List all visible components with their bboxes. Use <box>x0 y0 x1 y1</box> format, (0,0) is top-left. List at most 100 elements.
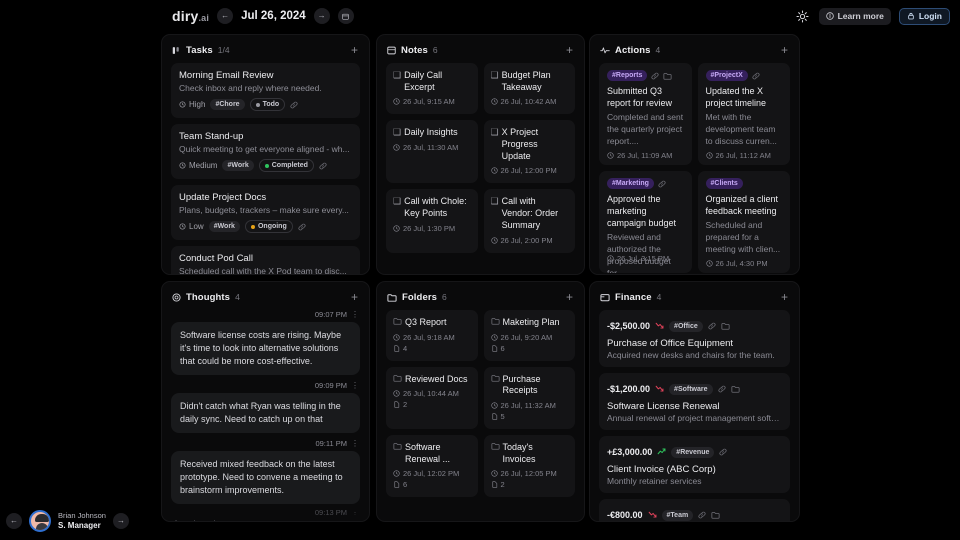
finance-meta: -$2,500.00 #Office <box>607 317 782 335</box>
finance-tag[interactable]: #Office <box>669 320 703 332</box>
current-date[interactable]: Jul 26, 2024 <box>241 10 306 22</box>
folder-icon[interactable] <box>721 322 730 330</box>
calendar-icon[interactable] <box>337 8 354 24</box>
link-icon[interactable] <box>752 72 760 80</box>
link-icon[interactable] <box>651 72 659 80</box>
thought-bubble[interactable]: Software license costs are rising. Maybe… <box>171 322 360 376</box>
task-card[interactable]: Conduct Pod Call Scheduled call with the… <box>171 246 360 274</box>
add-action-button[interactable]: + <box>780 44 789 56</box>
folder-icon[interactable] <box>711 511 720 519</box>
note-card[interactable]: ❑ Call with Chole: Key Points 26 Jul, 1:3… <box>386 189 478 253</box>
link-icon[interactable] <box>658 180 666 188</box>
link-icon[interactable] <box>719 448 727 456</box>
finance-card[interactable]: -€800.00 #Team Team Training Workshop Co… <box>599 499 790 521</box>
prev-day-button[interactable]: ← <box>217 8 234 24</box>
panel-tasks: Tasks 1/4 + Morning Email Review Check i… <box>161 34 370 275</box>
folder-card[interactable]: Purchase Receipts 26 Jul, 11:32 AM 5 <box>483 366 575 430</box>
user-prev-button[interactable]: ← <box>6 513 22 529</box>
learn-more-button[interactable]: Learn more <box>818 7 891 25</box>
note-emoji-icon: ❑ <box>490 127 499 138</box>
folder-time-text: 26 Jul, 9:18 AM <box>403 332 455 342</box>
thought-bubble[interactable]: Didn't catch what Ryan was telling in th… <box>171 393 360 434</box>
add-folder-button[interactable]: + <box>565 291 574 303</box>
action-tag[interactable]: #Marketing <box>607 178 654 189</box>
note-time: 26 Jul, 1:30 PM <box>393 224 471 233</box>
folder-card[interactable]: Software Renewal ... 26 Jul, 12:02 PM 6 <box>386 435 478 498</box>
thought-menu-icon[interactable]: ⋮ <box>351 310 359 319</box>
folder-icon <box>393 374 402 386</box>
add-thought-button[interactable]: + <box>350 291 359 303</box>
task-priority: Medium <box>179 161 217 170</box>
thought-timestamp-clipped: 09:13 PM ⋮ <box>171 510 358 515</box>
folder-icon[interactable] <box>730 385 740 393</box>
action-time-text: 26 Jul, 3:15 PM <box>617 254 670 263</box>
next-day-button[interactable]: → <box>313 8 330 24</box>
thought-menu-icon[interactable]: ⋮ <box>351 510 358 515</box>
note-title-text: Budget Plan Takeaway <box>501 70 551 92</box>
link-icon[interactable] <box>298 223 306 231</box>
finance-card[interactable]: -$1,200.00 #Software Software License Re… <box>599 373 790 430</box>
avatar[interactable] <box>29 510 51 532</box>
status-badge[interactable]: Todo <box>249 98 286 111</box>
task-card[interactable]: Morning Email Review Check inbox and rep… <box>171 63 360 118</box>
action-card[interactable]: #Marketing Approved the marketing campai… <box>599 171 692 273</box>
task-tag[interactable]: #Work <box>222 160 254 171</box>
action-title: Updated the X project timeline <box>705 86 767 109</box>
note-card[interactable]: ❑ Daily Call Excerpt 26 Jul, 9:15 AM <box>386 63 478 115</box>
action-meta: #Marketing <box>607 178 684 189</box>
action-card[interactable]: #Reports Submitted Q3 report for review … <box>599 63 692 165</box>
tasks-icon <box>172 46 181 55</box>
status-badge[interactable]: Completed <box>258 159 314 172</box>
add-note-button[interactable]: + <box>565 44 574 56</box>
folder-icon <box>490 374 500 386</box>
folder-time: 26 Jul, 11:32 AM <box>490 401 569 410</box>
folder-card[interactable]: Maketing Plan 26 Jul, 9:20 AM 6 <box>483 310 575 361</box>
folder-icon[interactable] <box>663 72 672 80</box>
note-card[interactable]: ❑ Daily Insights 26 Jul, 11:30 AM <box>386 120 478 184</box>
login-button[interactable]: Login <box>898 7 950 25</box>
folder-title-text: Maketing Plan <box>502 317 560 327</box>
link-icon[interactable] <box>319 162 327 170</box>
note-title-text: Call with Vendor: Order Summary <box>501 196 559 230</box>
task-card[interactable]: Team Stand-up Quick meeting to get every… <box>171 124 360 179</box>
note-card[interactable]: ❑ X Project Progress Update 26 Jul, 12:00… <box>483 120 575 184</box>
finance-tag[interactable]: #Revenue <box>671 446 715 458</box>
folder-title: Q3 Report <box>393 317 471 329</box>
finance-tag[interactable]: #Team <box>661 509 694 521</box>
thought-input[interactable]: Any thoughts... <box>171 515 360 521</box>
link-icon[interactable] <box>698 511 706 519</box>
task-tag[interactable]: #Chore <box>210 99 245 110</box>
finance-tag[interactable]: #Software <box>669 383 713 395</box>
thought-menu-icon[interactable]: ⋮ <box>351 439 359 448</box>
folder-card[interactable]: Q3 Report 26 Jul, 9:18 AM 4 <box>386 310 478 361</box>
note-card[interactable]: ❑ Call with Vendor: Order Summary 26 Jul,… <box>483 189 575 253</box>
link-icon[interactable] <box>718 385 726 393</box>
action-tag[interactable]: #Reports <box>607 70 648 81</box>
action-tag[interactable]: #Clients <box>705 178 743 189</box>
sun-icon[interactable] <box>795 8 811 24</box>
task-tag[interactable]: #Work <box>208 221 240 232</box>
action-meta: #ProjectX <box>705 70 783 81</box>
finance-description: Annual renewal of project management sof… <box>607 413 782 423</box>
folder-file-count-text: 5 <box>500 412 505 422</box>
link-icon[interactable] <box>290 101 298 109</box>
add-finance-button[interactable]: + <box>780 291 789 303</box>
finance-amount: -€800.00 <box>607 510 643 520</box>
task-card[interactable]: Update Project Docs Plans, budgets, trac… <box>171 185 360 240</box>
folder-card[interactable]: Reviewed Docs 26 Jul, 10:44 AM 2 <box>386 366 478 430</box>
action-tag[interactable]: #ProjectX <box>705 70 748 81</box>
action-card[interactable]: #Clients Organized a client feedback mee… <box>697 171 790 273</box>
app-logo[interactable]: diry.ai <box>172 8 209 24</box>
thought-bubble[interactable]: Received mixed feedback on the latest pr… <box>171 451 360 505</box>
finance-card[interactable]: +£3,000.00 #Revenue Client Invoice (ABC … <box>599 436 790 493</box>
action-meta: #Reports <box>607 70 684 81</box>
note-card[interactable]: ❑ Budget Plan Takeaway 26 Jul, 10:42 AM <box>483 63 575 115</box>
finance-card[interactable]: -$2,500.00 #Office Purchase of Office Eq… <box>599 310 790 367</box>
link-icon[interactable] <box>708 322 716 330</box>
thought-menu-icon[interactable]: ⋮ <box>351 381 359 390</box>
action-card[interactable]: #ProjectX Updated the X project timeline… <box>697 63 790 165</box>
user-next-button[interactable]: → <box>112 513 129 529</box>
add-task-button[interactable]: + <box>350 44 359 56</box>
status-badge[interactable]: Ongoing <box>244 220 293 233</box>
folder-card[interactable]: Today's Invoices 26 Jul, 12:05 PM 2 <box>483 435 575 498</box>
